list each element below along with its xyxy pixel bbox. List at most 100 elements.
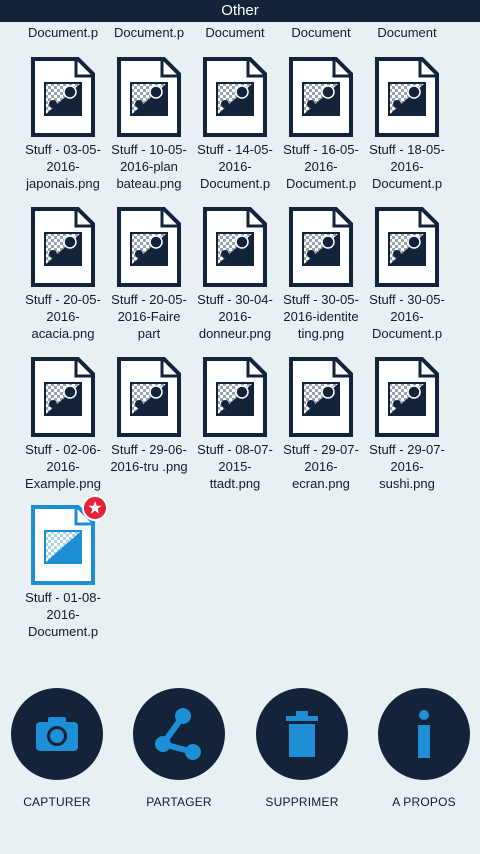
file-thumbnail[interactable] <box>374 56 440 138</box>
file-thumbnail[interactable] <box>374 206 440 288</box>
file-name: Stuff - 03-05- 2016- japonais.png <box>20 141 106 192</box>
about-button-circle[interactable] <box>378 688 470 780</box>
file-thumbnail[interactable] <box>116 206 182 288</box>
file-label[interactable]: Document <box>278 25 364 40</box>
file-name-line: 2016- <box>304 459 338 474</box>
file-label[interactable]: Document.p <box>20 25 106 40</box>
file-name-line: Stuff - 08-07- <box>197 442 273 457</box>
camera-icon <box>36 717 78 751</box>
file-name-line: ttadt.png <box>209 476 261 491</box>
file-name-line: 2016-plan <box>120 159 178 174</box>
file-icon <box>375 207 439 287</box>
file-thumbnail[interactable] <box>30 206 96 288</box>
file-name-line: Stuff - 29-07- <box>369 442 445 457</box>
file-thumbnail[interactable] <box>116 56 182 138</box>
file-icon <box>117 207 181 287</box>
file-name-line: Stuff - 30-05- <box>369 292 445 307</box>
file-name-line: 2016-identite <box>283 309 359 324</box>
file-item[interactable]: Stuff - 10-05- 2016-plan bateau.png <box>106 56 192 192</box>
about-button[interactable]: A PROPOS <box>369 688 479 809</box>
file-icon <box>289 57 353 137</box>
file-name: Stuff - 29-06- 2016-tru .png <box>106 441 192 475</box>
file-item[interactable]: Stuff - 02-06- 2016- Example.png <box>20 356 106 492</box>
file-name: Stuff - 01-08- 2016- Document.p <box>20 589 106 640</box>
info-icon <box>418 710 430 758</box>
file-name-line: 2016- <box>46 159 80 174</box>
delete-button-circle[interactable] <box>256 688 348 780</box>
file-item[interactable]: Stuff - 30-05- 2016-identite ting.png <box>278 206 364 342</box>
file-thumbnail[interactable] <box>30 56 96 138</box>
about-label: A PROPOS <box>392 795 456 809</box>
file-thumbnail[interactable] <box>374 356 440 438</box>
file-name-line: Example.png <box>25 476 101 491</box>
file-name: Stuff - 20-05- 2016- acacia.png <box>20 291 106 342</box>
file-thumbnail[interactable] <box>30 495 108 586</box>
file-thumbnail[interactable] <box>116 356 182 438</box>
file-name: Stuff - 20-05- 2016-Faire part <box>106 291 192 342</box>
file-name-line: part <box>137 326 161 341</box>
file-thumbnail[interactable] <box>288 206 354 288</box>
file-name-line: Stuff - 20-05- <box>25 292 101 307</box>
capture-button[interactable]: CAPTURER <box>2 688 112 809</box>
file-name-line: bateau.png <box>116 176 182 191</box>
file-label[interactable]: Document <box>364 25 450 40</box>
file-name: Stuff - 14-05- 2016- Document.p <box>192 141 278 192</box>
file-name-line: acacia.png <box>31 326 95 341</box>
file-name: Stuff - 18-05- 2016- Document.p <box>364 141 450 192</box>
file-item[interactable]: Stuff - 14-05- 2016- Document.p <box>192 56 278 192</box>
file-name: Stuff - 16-05- 2016- Document.p <box>278 141 364 192</box>
action-bar: CAPTURER PARTAGER SUPPRIMER A PROPOS <box>0 688 480 828</box>
file-name: Stuff - 30-04- 2016- donneur.png <box>192 291 278 342</box>
file-item[interactable]: Stuff - 03-05- 2016- japonais.png <box>20 56 106 192</box>
file-name-line: 2016- <box>46 309 80 324</box>
share-button[interactable]: PARTAGER <box>124 688 234 809</box>
file-name-line: Stuff - 14-05- <box>197 142 273 157</box>
file-item[interactable]: Stuff - 29-06- 2016-tru .png <box>106 356 192 475</box>
file-item[interactable]: Stuff - 30-04- 2016- donneur.png <box>192 206 278 342</box>
file-icon <box>117 57 181 137</box>
share-label: PARTAGER <box>146 795 212 809</box>
file-item[interactable]: Stuff - 18-05- 2016- Document.p <box>364 56 450 192</box>
file-label[interactable]: Document.p <box>106 25 192 40</box>
capture-label: CAPTURER <box>23 795 91 809</box>
file-name-line: Stuff - 10-05- <box>111 142 187 157</box>
file-thumbnail[interactable] <box>202 206 268 288</box>
file-item[interactable]: Stuff - 20-05- 2016- acacia.png <box>20 206 106 342</box>
file-item[interactable]: Stuff - 29-07- 2016- ecran.png <box>278 356 364 492</box>
file-item[interactable]: Stuff - 30-05- 2016- Document.p <box>364 206 450 342</box>
file-name: Stuff - 30-05- 2016-identite ting.png <box>278 291 364 342</box>
file-icon <box>375 57 439 137</box>
file-icon <box>289 357 353 437</box>
file-name-line: 2016-tru .png <box>110 459 188 474</box>
file-name-line: 2016- <box>218 309 252 324</box>
file-icon <box>375 357 439 437</box>
file-name: Stuff - 08-07- 2015- ttadt.png <box>192 441 278 492</box>
file-name-line: japonais.png <box>26 176 100 191</box>
file-name: Stuff - 02-06- 2016- Example.png <box>20 441 106 492</box>
file-name: Stuff - 10-05- 2016-plan bateau.png <box>106 141 192 192</box>
file-name-line: Document.p <box>199 176 271 191</box>
file-thumbnail[interactable] <box>288 56 354 138</box>
file-item[interactable]: Stuff - 16-05- 2016- Document.p <box>278 56 364 192</box>
capture-button-circle[interactable] <box>11 688 103 780</box>
file-icon <box>203 57 267 137</box>
file-thumbnail[interactable] <box>30 356 96 438</box>
file-item[interactable]: Stuff - 20-05- 2016-Faire part <box>106 206 192 342</box>
file-name-line: Stuff - 03-05- <box>25 142 101 157</box>
delete-button[interactable]: SUPPRIMER <box>247 688 357 809</box>
file-name: Stuff - 30-05- 2016- Document.p <box>364 291 450 342</box>
file-name-line: Stuff - 18-05- <box>369 142 445 157</box>
file-item[interactable]: Stuff - 01-08- 2016- Document.p <box>20 495 108 640</box>
share-button-circle[interactable] <box>133 688 225 780</box>
file-name-line: 2016- <box>218 159 252 174</box>
file-name-line: Document.p <box>285 176 357 191</box>
delete-label: SUPPRIMER <box>265 795 339 809</box>
file-item[interactable]: Stuff - 29-07- 2016- sushi.png <box>364 356 450 492</box>
file-icon <box>31 357 95 437</box>
file-name-line: Stuff - 02-06- <box>25 442 101 457</box>
file-thumbnail[interactable] <box>202 356 268 438</box>
file-thumbnail[interactable] <box>288 356 354 438</box>
file-item[interactable]: Stuff - 08-07- 2015- ttadt.png <box>192 356 278 492</box>
file-label[interactable]: Document <box>192 25 278 40</box>
file-thumbnail[interactable] <box>202 56 268 138</box>
